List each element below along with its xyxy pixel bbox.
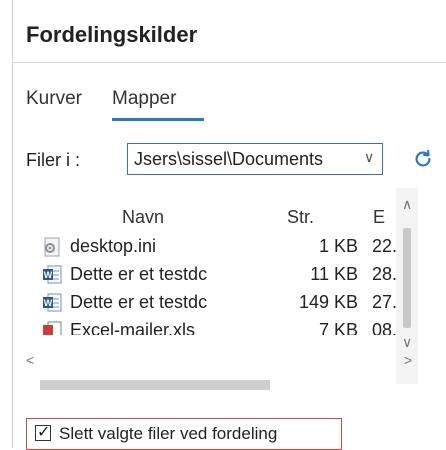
file-row[interactable]: W Dette er et testdc 11 KB 28.( (40, 261, 420, 289)
title-divider (12, 62, 446, 63)
active-tab-indicator (112, 118, 204, 121)
folder-path-value: Jsers\sissel\Documents (134, 149, 324, 169)
vertical-scroll-thumb[interactable] (403, 228, 411, 328)
check-icon: ✓ (37, 424, 51, 441)
tab-kurver[interactable]: Kurver (26, 88, 82, 110)
chevron-down-icon: ∨ (364, 149, 375, 165)
files-in-label: Filer i : (26, 150, 80, 170)
file-row[interactable]: desktop.ini 1 KB 22. (40, 233, 420, 261)
settings-file-icon (44, 237, 60, 257)
column-header-name[interactable]: Navn (122, 207, 164, 228)
scroll-left-icon[interactable]: < (26, 352, 34, 368)
file-name: desktop.ini (70, 236, 157, 256)
panel-left-border (12, 0, 13, 448)
file-size: 11 KB (310, 264, 358, 284)
folder-path-dropdown[interactable]: Jsers\sissel\Documents ∨ (127, 143, 383, 175)
panel-title: Fordelingskilder (26, 22, 198, 47)
delete-files-checkbox[interactable]: ✓ (35, 424, 51, 441)
scroll-up-icon[interactable]: ∧ (402, 196, 412, 213)
excel-file-icon (43, 321, 62, 335)
refresh-icon[interactable] (412, 148, 434, 170)
column-header-size[interactable]: Str. (287, 207, 314, 228)
file-name: Excel-mailer.xls (70, 320, 196, 335)
file-size: 1 KB (318, 236, 358, 256)
file-name: Dette er et testdc (70, 264, 208, 284)
tab-mapper[interactable]: Mapper (112, 88, 176, 110)
svg-text:W: W (44, 298, 53, 308)
svg-text:W: W (44, 270, 53, 280)
horizontal-scroll-thumb[interactable] (40, 380, 270, 390)
file-name: Dette er et testdc (70, 292, 208, 312)
delete-files-option[interactable]: ✓ Slett valgte filer ved fordeling (26, 418, 342, 450)
file-row[interactable]: W Dette er et testdc 149 KB 27.( (40, 289, 420, 317)
word-document-icon: W (43, 293, 62, 312)
delete-files-label: Slett valgte filer ved fordeling (59, 424, 278, 443)
file-size: 149 KB (298, 292, 358, 312)
file-row[interactable]: Excel-mailer.xls 7 KB 08.( (40, 317, 420, 335)
scroll-right-icon[interactable]: > (404, 352, 412, 368)
word-document-icon: W (43, 265, 62, 284)
column-header-e[interactable]: E (373, 207, 385, 228)
file-size: 7 KB (318, 320, 358, 335)
scroll-down-icon[interactable]: ∨ (402, 334, 412, 351)
